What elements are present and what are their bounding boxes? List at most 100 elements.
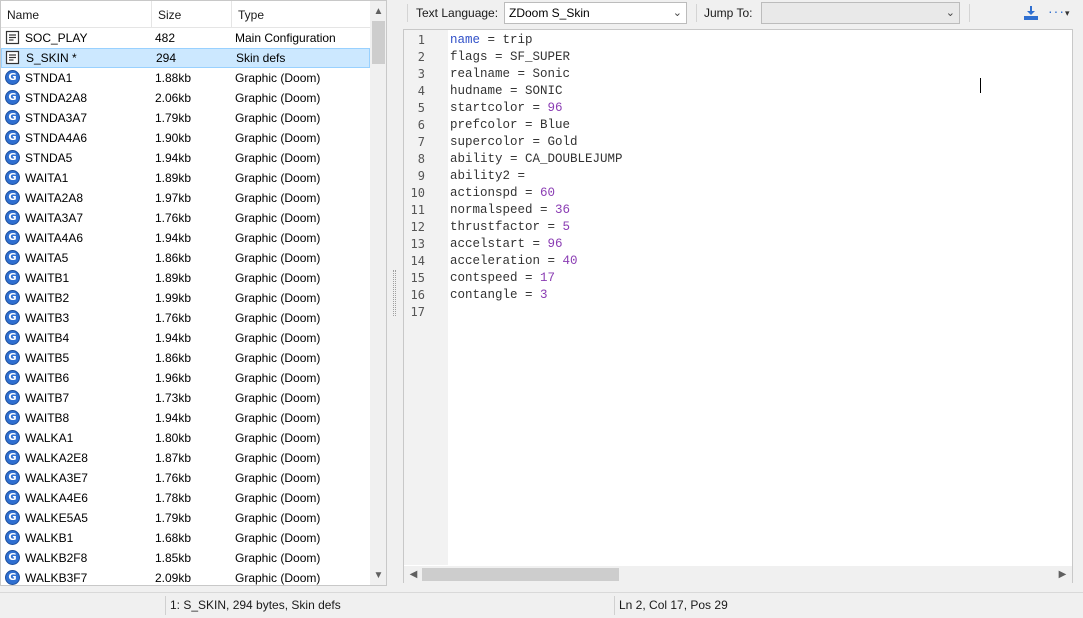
list-item[interactable]: G STNDA4A6 1.90kb Graphic (Doom) (1, 128, 370, 148)
graphic-icon: G (5, 310, 20, 325)
list-item[interactable]: G WAITA5 1.86kb Graphic (Doom) (1, 248, 370, 268)
entry-name: WAITA5 (25, 251, 69, 265)
code-key: normalspeed (450, 203, 533, 217)
entry-type: Graphic (Doom) (235, 431, 321, 445)
column-header-type[interactable]: Type (232, 1, 370, 28)
graphic-icon: G (5, 110, 20, 125)
entry-size: 1.94kb (155, 331, 192, 345)
list-item[interactable]: G WAITA1 1.89kb Graphic (Doom) (1, 168, 370, 188)
code-line: realname = Sonic (450, 66, 570, 83)
list-item[interactable]: SOC_PLAY 482 Main Configuration (1, 28, 370, 48)
list-item[interactable]: G WALKA1 1.80kb Graphic (Doom) (1, 428, 370, 448)
list-item[interactable]: S_SKIN * 294 Skin defs (1, 48, 370, 68)
list-item[interactable]: G WAITB2 1.99kb Graphic (Doom) (1, 288, 370, 308)
graphic-icon: G (5, 530, 20, 545)
list-item[interactable]: G WAITB8 1.94kb Graphic (Doom) (1, 408, 370, 428)
list-item[interactable]: G WALKE5A5 1.79kb Graphic (Doom) (1, 508, 370, 528)
entry-size: 1.94kb (155, 411, 192, 425)
list-item[interactable]: G STNDA1 1.88kb Graphic (Doom) (1, 68, 370, 88)
list-item[interactable]: G WALKB3F7 2.09kb Graphic (Doom) (1, 568, 370, 585)
line-number: 6 (417, 118, 425, 132)
list-item[interactable]: G WALKA2E8 1.87kb Graphic (Doom) (1, 448, 370, 468)
code-key: thrustfactor (450, 220, 541, 234)
list-item[interactable]: G WAITB4 1.94kb Graphic (Doom) (1, 328, 370, 348)
line-number: 16 (410, 288, 425, 302)
toolbar-separator (969, 4, 970, 22)
code-operator: = (540, 254, 563, 268)
code-key: startcolor (450, 101, 526, 115)
entry-type: Graphic (Doom) (235, 151, 321, 165)
entry-size: 1.89kb (155, 271, 192, 285)
entry-size: 1.86kb (155, 351, 192, 365)
jump-to-select[interactable]: ⌄ (761, 2, 960, 24)
text-language-select[interactable]: ZDoom S_Skin ⌄ (504, 2, 687, 24)
entry-name: WAITB2 (25, 291, 70, 305)
scroll-up-arrow-icon[interactable]: ▲ (370, 3, 386, 20)
list-item[interactable]: G WAITB6 1.96kb Graphic (Doom) (1, 368, 370, 388)
graphic-icon: G (5, 230, 20, 245)
list-item[interactable]: G WALKB1 1.68kb Graphic (Doom) (1, 528, 370, 548)
list-item[interactable]: G WAITA2A8 1.97kb Graphic (Doom) (1, 188, 370, 208)
list-item[interactable]: G WAITA3A7 1.76kb Graphic (Doom) (1, 208, 370, 228)
list-item[interactable]: G STNDA2A8 2.06kb Graphic (Doom) (1, 88, 370, 108)
list-item[interactable]: G WALKA3E7 1.76kb Graphic (Doom) (1, 468, 370, 488)
code-key: supercolor (450, 135, 526, 149)
graphic-icon: G (5, 190, 20, 205)
scroll-down-arrow-icon[interactable]: ▼ (370, 567, 386, 584)
entry-size: 294 (156, 51, 177, 65)
graphic-icon: G (5, 490, 20, 505)
editor-horizontal-scrollbar[interactable]: ◀ ▶ (404, 566, 1072, 583)
entry-type: Graphic (Doom) (235, 271, 321, 285)
entry-name: WALKA3E7 (25, 471, 88, 485)
list-item[interactable]: G WAITB7 1.73kb Graphic (Doom) (1, 388, 370, 408)
entry-name: WAITA3A7 (25, 211, 84, 225)
code-key: hudname (450, 84, 503, 98)
line-number: 7 (417, 135, 425, 149)
graphic-icon: G (5, 90, 20, 105)
list-item[interactable]: G STNDA3A7 1.79kb Graphic (Doom) (1, 108, 370, 128)
text-editor[interactable]: 1 2 3 4 5 6 7 8 9 10 11 12 13 14 15 16 17 name = trip fla… (403, 29, 1073, 583)
graphic-icon: G (5, 390, 20, 405)
line-number: 8 (417, 152, 425, 166)
download-icon[interactable] (1023, 5, 1039, 21)
scroll-left-arrow-icon[interactable]: ◀ (405, 566, 422, 583)
list-item[interactable]: G WAITB5 1.86kb Graphic (Doom) (1, 348, 370, 368)
line-number: 5 (417, 101, 425, 115)
list-item[interactable]: G WALKB2F8 1.85kb Graphic (Doom) (1, 548, 370, 568)
column-header-size[interactable]: Size (152, 1, 231, 28)
code-value: 60 (540, 186, 556, 200)
graphic-icon: G (5, 570, 20, 585)
entry-name: STNDA2A8 (25, 91, 88, 105)
entry-size: 1.87kb (155, 451, 192, 465)
scroll-thumb[interactable] (422, 568, 619, 581)
list-item[interactable]: G WAITB1 1.89kb Graphic (Doom) (1, 268, 370, 288)
scroll-right-arrow-icon[interactable]: ▶ (1054, 566, 1071, 583)
entry-size: 1.76kb (155, 471, 192, 485)
list-item[interactable]: G WALKA4E6 1.78kb Graphic (Doom) (1, 488, 370, 508)
code-value: 96 (547, 237, 563, 251)
scroll-thumb[interactable] (372, 21, 385, 64)
code-line: actionspd = 60 (450, 185, 555, 202)
graphic-icon: G (5, 330, 20, 345)
splitter-grip[interactable] (393, 270, 396, 316)
text-language-label: Text Language: (416, 6, 499, 20)
line-number: 9 (417, 169, 425, 183)
entry-type: Graphic (Doom) (235, 451, 321, 465)
list-item[interactable]: G WAITA4A6 1.94kb Graphic (Doom) (1, 228, 370, 248)
list-item[interactable]: G WAITB3 1.76kb Graphic (Doom) (1, 308, 370, 328)
code-value: 5 (562, 220, 571, 234)
column-header-name[interactable]: Name (1, 1, 151, 28)
graphic-icon: G (5, 410, 20, 425)
code-value: 40 (562, 254, 578, 268)
entry-size: 1.94kb (155, 231, 192, 245)
entry-type: Main Configuration (235, 31, 336, 45)
entry-name: WALKA2E8 (25, 451, 88, 465)
entry-type: Graphic (Doom) (235, 291, 321, 305)
list-vertical-scrollbar[interactable]: ▲ ▼ (370, 1, 386, 585)
list-item[interactable]: G STNDA5 1.94kb Graphic (Doom) (1, 148, 370, 168)
code-key: actionspd (450, 186, 518, 200)
code-key: ability (450, 152, 503, 166)
entry-type: Graphic (Doom) (235, 91, 321, 105)
entry-list[interactable]: Name Size Type SOC_PLAY 482 Main Configura… (0, 0, 387, 586)
more-options-icon[interactable]: ···▾ (1048, 3, 1071, 19)
